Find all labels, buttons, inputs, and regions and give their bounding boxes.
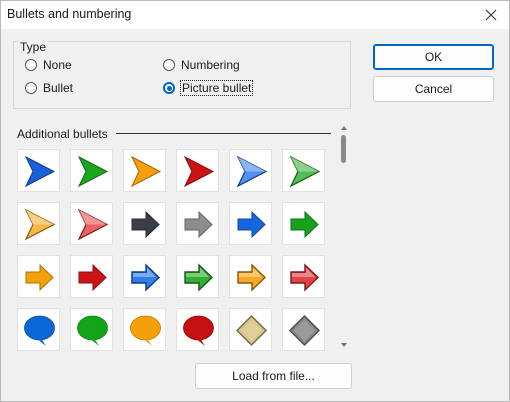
radio-none[interactable]: None bbox=[25, 57, 72, 73]
arrow-bullet-icon bbox=[237, 210, 266, 239]
bullet-cell[interactable] bbox=[70, 202, 113, 245]
bullet-scrollbar[interactable] bbox=[337, 123, 351, 351]
radio-none-label: None bbox=[43, 58, 72, 72]
bullet-cell[interactable] bbox=[229, 255, 272, 298]
bullet-cell[interactable] bbox=[229, 202, 272, 245]
radio-numbering[interactable]: Numbering bbox=[163, 57, 240, 73]
bullet-cell[interactable] bbox=[176, 308, 219, 351]
arrow3d-bullet-icon bbox=[131, 263, 161, 292]
radio-none-circle bbox=[25, 59, 37, 71]
radio-picture-bullet-label: Picture bullet bbox=[179, 80, 254, 96]
bubble-bullet-icon bbox=[24, 315, 55, 346]
pointer3d-bullet-icon bbox=[77, 208, 109, 241]
bullet-grid bbox=[17, 149, 335, 351]
arrow3d-bullet-icon bbox=[290, 263, 320, 292]
radio-bullet-circle bbox=[25, 82, 37, 94]
bullet-cell[interactable] bbox=[176, 149, 219, 192]
close-icon bbox=[485, 9, 497, 21]
ok-button[interactable]: OK bbox=[373, 44, 494, 70]
bullet-cell[interactable] bbox=[17, 149, 60, 192]
bullet-cell[interactable] bbox=[176, 202, 219, 245]
bubble-bullet-icon bbox=[130, 315, 161, 346]
radio-numbering-label: Numbering bbox=[181, 58, 240, 72]
additional-bullets-label: Additional bullets bbox=[17, 127, 108, 141]
bullet-cell[interactable] bbox=[70, 255, 113, 298]
pointer3d-bullet-icon bbox=[289, 155, 321, 188]
section-divider bbox=[116, 133, 331, 134]
diamond-bullet-icon bbox=[288, 314, 321, 347]
bullet-cell[interactable] bbox=[123, 255, 166, 298]
arrow-bullet-icon bbox=[290, 210, 319, 239]
radio-bullet-label: Bullet bbox=[43, 81, 74, 95]
diamond-bullet-icon bbox=[235, 314, 268, 347]
bullets-dialog: Bullets and numbering Type None Numberin… bbox=[0, 0, 510, 402]
bullet-cell[interactable] bbox=[17, 308, 60, 351]
radio-bullet[interactable]: Bullet bbox=[25, 80, 73, 96]
arrow-bullet-icon bbox=[25, 263, 54, 292]
radio-picture-bullet-circle bbox=[163, 82, 175, 94]
pointer3d-bullet-icon bbox=[236, 155, 268, 188]
pointer3d-bullet-icon bbox=[24, 208, 56, 241]
arrow-bullet-icon bbox=[131, 210, 160, 239]
bullet-cell[interactable] bbox=[70, 308, 113, 351]
bullet-cell[interactable] bbox=[282, 308, 325, 351]
bullet-cell[interactable] bbox=[282, 255, 325, 298]
arrow3d-bullet-icon bbox=[237, 263, 267, 292]
bullet-cell[interactable] bbox=[123, 308, 166, 351]
dialog-title: Bullets and numbering bbox=[7, 7, 132, 21]
bubble-bullet-icon bbox=[183, 315, 214, 346]
pointer-bullet-icon bbox=[77, 155, 109, 188]
bullet-cell[interactable] bbox=[17, 202, 60, 245]
arrow3d-bullet-icon bbox=[184, 263, 214, 292]
radio-picture-bullet[interactable]: Picture bullet bbox=[163, 80, 254, 96]
arrow-bullet-icon bbox=[78, 263, 107, 292]
pointer-bullet-icon bbox=[24, 155, 56, 188]
bullet-cell[interactable] bbox=[176, 255, 219, 298]
arrow-bullet-icon bbox=[184, 210, 213, 239]
close-button[interactable] bbox=[473, 1, 509, 29]
scroll-up-icon[interactable] bbox=[340, 125, 348, 131]
scroll-thumb[interactable] bbox=[341, 135, 346, 163]
title-bar: Bullets and numbering bbox=[1, 1, 509, 29]
type-group-label: Type bbox=[18, 40, 49, 54]
bubble-bullet-icon bbox=[77, 315, 108, 346]
bullet-cell[interactable] bbox=[229, 308, 272, 351]
bullet-cell[interactable] bbox=[282, 202, 325, 245]
pointer-bullet-icon bbox=[130, 155, 162, 188]
bullet-cell[interactable] bbox=[229, 149, 272, 192]
bullet-cell[interactable] bbox=[123, 149, 166, 192]
bullet-cell[interactable] bbox=[123, 202, 166, 245]
type-group bbox=[13, 41, 351, 109]
bullet-cell[interactable] bbox=[282, 149, 325, 192]
bullet-cell[interactable] bbox=[70, 149, 113, 192]
cancel-button[interactable]: Cancel bbox=[373, 76, 494, 102]
bullet-cell[interactable] bbox=[17, 255, 60, 298]
load-from-file-button[interactable]: Load from file... bbox=[195, 363, 352, 389]
scroll-down-icon[interactable] bbox=[340, 342, 348, 348]
radio-numbering-circle bbox=[163, 59, 175, 71]
pointer-bullet-icon bbox=[183, 155, 215, 188]
